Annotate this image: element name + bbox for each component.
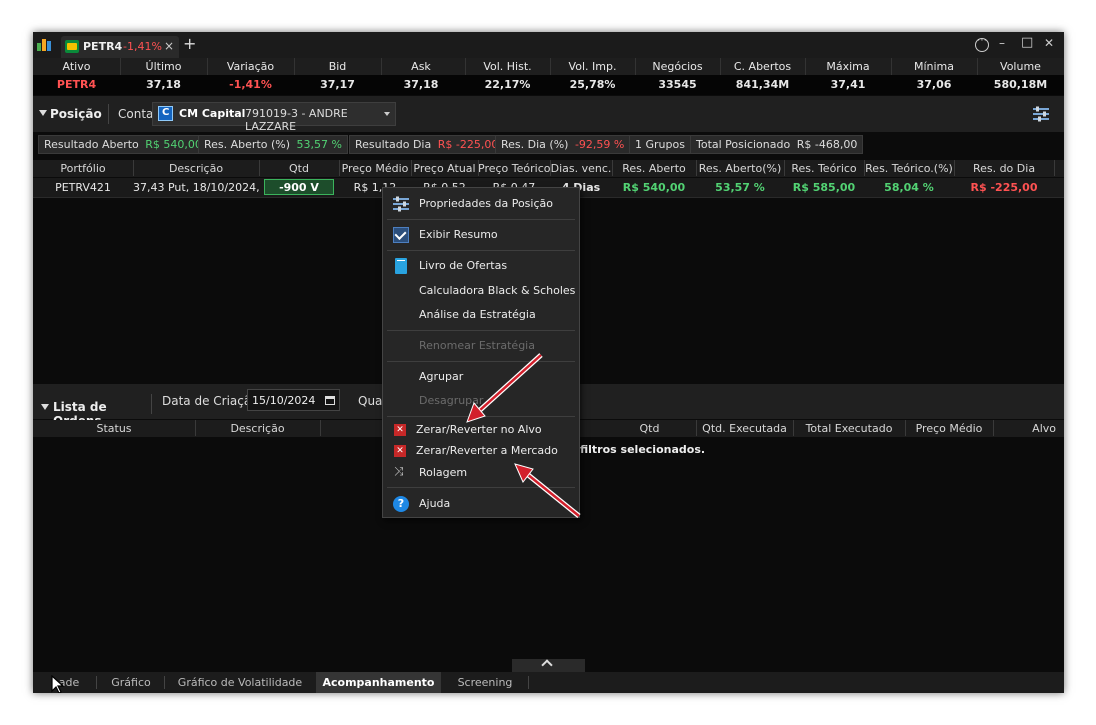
mouse-cursor-icon bbox=[51, 675, 65, 693]
arrow-to-zerar-mercado bbox=[514, 463, 581, 518]
annotation-arrows bbox=[466, 353, 581, 518]
arrow-to-zerar-alvo bbox=[466, 353, 543, 423]
app-window: PETR4 -1,41% × + ⋯ – □ ✕ Ativo Último Va… bbox=[33, 32, 1064, 693]
